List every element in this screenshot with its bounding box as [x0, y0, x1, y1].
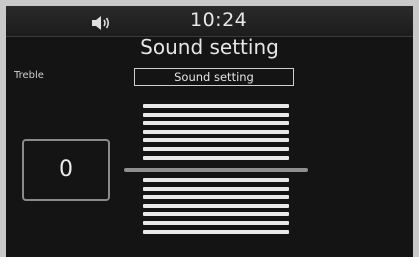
level-bar-lower — [143, 186, 289, 191]
level-bar-upper — [143, 121, 289, 126]
level-bar-lower — [143, 212, 289, 217]
level-bar-upper — [143, 138, 289, 143]
level-bar-upper — [143, 155, 289, 160]
level-bar-upper — [143, 104, 289, 108]
level-bar-lower — [143, 229, 289, 234]
level-bar-lower — [143, 221, 289, 225]
treble-level-bars[interactable] — [6, 6, 413, 257]
sound-setting-screen: 10:24 Sound setting Treble Sound setting… — [6, 6, 413, 257]
level-bar-upper — [143, 112, 289, 117]
level-bar-upper — [143, 129, 289, 134]
level-bar-lower — [143, 195, 289, 200]
level-bar-lower — [143, 203, 289, 208]
level-center-line — [124, 168, 308, 172]
level-bar-upper — [143, 147, 289, 151]
level-bar-lower — [143, 178, 289, 182]
